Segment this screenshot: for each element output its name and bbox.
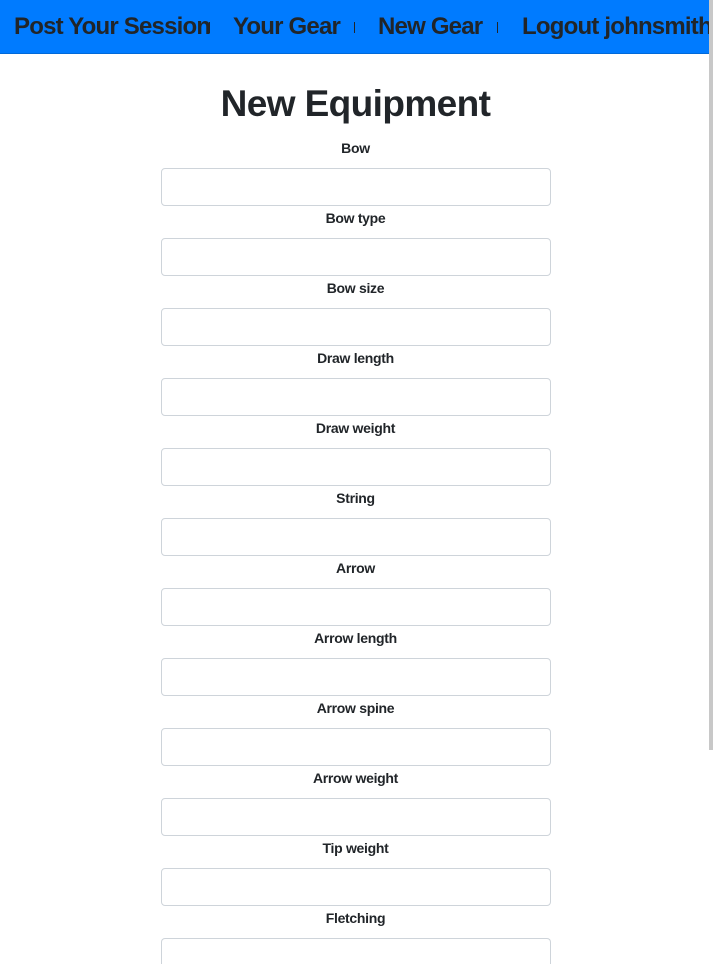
bow-size-input[interactable] (161, 308, 551, 346)
arrow-input[interactable] (161, 588, 551, 626)
draw-weight-label: Draw weight (315, 420, 396, 436)
nav-separator (354, 22, 355, 33)
nav-separator (497, 22, 498, 33)
arrow-length-input[interactable] (161, 658, 551, 696)
form-group-arrow: Arrow (0, 559, 711, 626)
top-navbar: Post Your Session Your Gear New Gear Log… (0, 0, 713, 54)
arrow-weight-input[interactable] (161, 798, 551, 836)
arrow-length-label: Arrow length (314, 630, 397, 646)
nav-new-gear-link[interactable]: New Gear (378, 0, 483, 54)
arrow-spine-input[interactable] (161, 728, 551, 766)
tip-weight-input[interactable] (161, 868, 551, 906)
tip-weight-label: Tip weight (322, 840, 389, 856)
draw-length-input[interactable] (161, 378, 551, 416)
nav-your-gear-link[interactable]: Your Gear (233, 0, 341, 54)
form-group-bow: Bow (0, 139, 711, 206)
arrow-weight-label: Arrow weight (312, 770, 399, 786)
form-group-arrow-length: Arrow length (0, 629, 711, 696)
form-group-bow-type: Bow type (0, 209, 711, 276)
form-group-arrow-weight: Arrow weight (0, 769, 711, 836)
form-group-draw-length: Draw length (0, 349, 711, 416)
bow-type-label: Bow type (325, 210, 386, 226)
nav-logout-link[interactable]: Logout johnsmith (522, 0, 713, 54)
draw-weight-input[interactable] (161, 448, 551, 486)
fletching-label: Fletching (325, 910, 386, 926)
arrow-label: Arrow (336, 560, 375, 576)
bow-label: Bow (341, 140, 370, 156)
fletching-input[interactable] (161, 938, 551, 964)
nav-post-your-session-link[interactable]: Post Your Session (14, 0, 211, 54)
form-group-draw-weight: Draw weight (0, 419, 711, 486)
string-input[interactable] (161, 518, 551, 556)
nav-separator (209, 22, 210, 33)
form-group-string: String (0, 489, 711, 556)
bow-type-input[interactable] (161, 238, 551, 276)
form-group-bow-size: Bow size (0, 279, 711, 346)
arrow-spine-label: Arrow spine (316, 700, 395, 716)
page-title: New Equipment (220, 83, 491, 124)
draw-length-label: Draw length (317, 350, 394, 366)
form-group-fletching: Fletching (0, 909, 711, 964)
form-group-arrow-spine: Arrow spine (0, 699, 711, 766)
form-group-tip-weight: Tip weight (0, 839, 711, 906)
bow-input[interactable] (161, 168, 551, 206)
string-label: String (336, 490, 375, 506)
bow-size-label: Bow size (326, 280, 385, 296)
